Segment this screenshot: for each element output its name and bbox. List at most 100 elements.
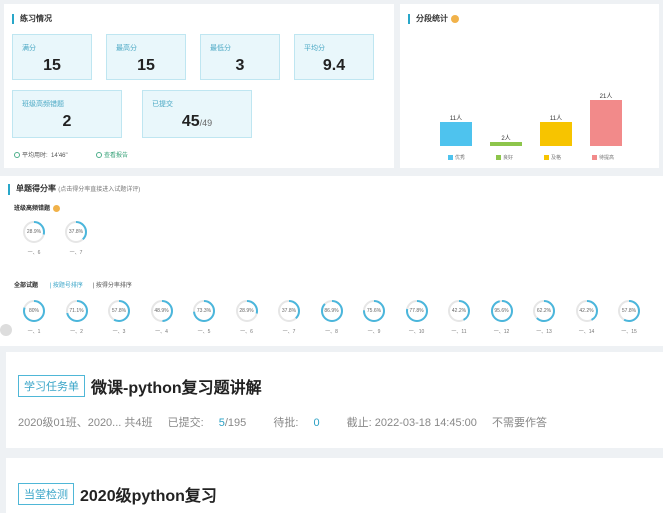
ring-caption: 一、5 [197,329,211,335]
sort-by-number-button[interactable]: | 按题号排序 [50,283,83,289]
stat-label: 最低分 [210,45,231,52]
score-rate-ring[interactable]: 28.9% [235,299,259,323]
ring-percent: 71.1% [69,308,84,314]
score-hint: (点击得分率直接进入试题详评) [58,187,141,193]
all-questions-title: 全部试题 [14,283,39,289]
score-rate-ring[interactable]: 77.8% [405,299,429,323]
ring-percent: 73.3% [196,308,212,314]
stat-full-score: 满分 15 [12,34,92,80]
legend-swatch [448,155,453,161]
task-submitted[interactable]: 已提交: 5/195 [168,417,259,429]
freq-errors-title: 班级高频错题 [14,203,61,212]
stat-value: 15 [43,57,61,74]
ring-caption: 一、14 [578,329,595,335]
segment-bar-label: 21人 [599,94,613,100]
segment-title-text: 分段统计 [416,14,448,23]
task-classes: 2020级01班、2020... 共4班 [18,417,153,429]
task-type-tag: 学习任务单 [18,375,85,397]
sort-by-rate-button[interactable]: | 按得分率排序 [93,283,132,289]
segment-bar[interactable] [490,141,522,146]
ring-percent: 48.9% [154,308,169,314]
score-rate-ring[interactable]: 86.9% [320,299,344,323]
ring-caption: 一、3 [112,329,126,335]
help-icon[interactable] [451,14,459,23]
score-rate-ring[interactable]: 57.8% [107,299,131,323]
segment-bar-label: 11人 [449,115,463,122]
segment-title: 分段统计 [408,14,459,24]
segment-bar[interactable] [540,121,572,146]
stat-value: 9.4 [322,57,346,74]
score-title-text: 单题得分率 [16,184,56,193]
legend-label: 待提高 [599,155,615,161]
segment-bar[interactable] [440,121,472,146]
ring-percent: 37.8% [281,308,297,314]
score-rate-ring[interactable]: 57.8% [617,299,641,323]
freq-title-text: 班级高频错题 [14,206,51,212]
ring-caption: 一、13 [536,329,552,335]
score-rate-ring[interactable]: 71.1% [65,299,89,323]
task-deadline: 截止: 2022-03-18 14:45:00 [346,417,477,429]
view-report-link[interactable]: 查看报告 [96,150,128,159]
score-rate-ring[interactable]: 62.2% [532,299,556,323]
task-title[interactable]: 2020级python复习 [80,488,217,505]
submitted-label: 已提交: [167,417,204,429]
submitted-card[interactable]: 已提交 45/49 [142,90,252,138]
score-rate-ring[interactable]: 48.9% [150,299,174,323]
class-frequent-errors-card[interactable]: 班级高频错题 2 [12,90,122,138]
view-report-label: 查看报告 [104,153,129,159]
score-rate-ring[interactable]: 95.6% [490,299,514,323]
ring-caption: 一、10 [408,329,425,335]
stat-label: 最高分 [116,45,137,52]
score-rate-ring[interactable]: 75.6% [362,299,386,323]
submitted-total: /49 [199,118,213,128]
submitted-count: 5 [218,417,225,429]
legend-label: 及格 [551,155,562,161]
collapse-icon[interactable] [0,324,12,336]
ring-percent: 95.6% [494,308,509,314]
ring-caption: 一、2 [70,329,83,335]
legend-swatch [544,155,549,161]
question-score-panel: 单题得分率 (点击得分率直接进入试题详评) 班级高频错题 28.9% 一、6 37.… [0,176,663,346]
score-rate-ring[interactable]: 42.2% [575,299,599,323]
task-pending[interactable]: 待批: 0 [273,417,331,429]
submitted-count: 45 [181,113,200,130]
stat-label: 满分 [22,45,36,52]
all-questions-bar: 全部试题 | 按题号排序 | 按得分率排序 [14,280,132,289]
task-title[interactable]: 微课-python复习题讲解 [91,380,262,397]
score-rate-ring[interactable]: 37.8% [277,299,301,323]
stat-label: 班级高频错题 [22,101,64,108]
task-card[interactable]: 当堂检测 2020级python复习 [6,458,663,513]
stat-value: 2 [62,113,72,130]
ring-caption: 一、9 [367,329,381,335]
ring-percent: 57.8% [621,308,637,314]
stat-label: 已提交 [152,101,173,108]
ring-caption: 一、6 [240,329,253,335]
task-note: 不需要作答 [491,417,547,429]
practice-panel: 练习情况 满分 15 最高分 15 最低分 3 平均分 9.4 班级高频错题 2… [4,4,394,168]
ring-percent: 57.8% [111,308,127,314]
score-rate-ring[interactable]: 42.2% [447,299,471,323]
pending-label: 待批: [273,417,299,429]
score-rate-ring[interactable]: 80% [22,299,46,323]
task-card[interactable]: 学习任务单 微课-python复习题讲解 [6,352,663,448]
task-header: 学习任务单 微课-python复习题讲解 [18,374,262,398]
legend-swatch [496,155,501,161]
segment-bar[interactable] [590,100,622,146]
help-icon[interactable] [53,204,61,212]
stat-label: 平均分 [304,45,325,52]
stat-value: 15 [137,57,155,74]
stat-value: 3 [235,57,245,74]
segment-stats-panel: 分段统计 11人 2人 11人 21人 优秀 良好 及格 待提高 [400,4,659,168]
score-rate-ring[interactable]: 28.9% [22,220,46,244]
sort-number-label: 按题号排序 [52,283,83,289]
task-header: 当堂检测 2020级python复习 [18,482,217,506]
avg-time: 平均用时: 14'46" [14,150,68,159]
ring-caption: 一、7 [282,329,296,335]
ring-percent: 42.2% [579,308,594,314]
score-title: 单题得分率 (点击得分率直接进入试题详评) [8,184,140,195]
score-rate-ring[interactable]: 37.8% [64,220,88,244]
score-rate-ring[interactable]: 73.3% [192,299,216,323]
ring-percent: 37.8% [68,229,84,235]
ring-caption: 一、8 [325,329,338,335]
freq-ring-row: 28.9% 一、6 37.8% 一、7 [0,220,120,262]
